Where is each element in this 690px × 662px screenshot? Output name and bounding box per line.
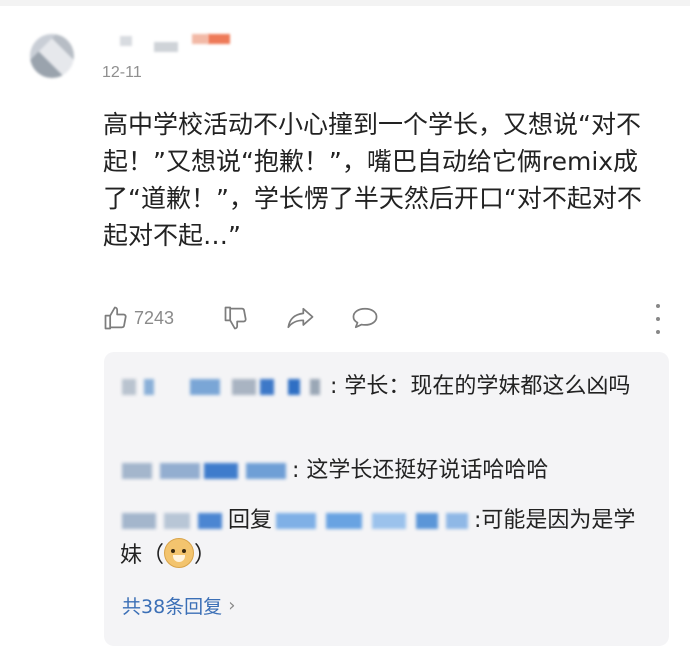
thumbs-up-icon xyxy=(104,306,127,330)
share-icon xyxy=(287,307,314,329)
chevron-right-icon: › xyxy=(228,595,236,616)
comment-timestamp: 12-11 xyxy=(102,64,142,81)
reply-item[interactable]: : 学长：现在的学妹都这么凶吗 xyxy=(120,370,655,404)
reply-text-end: ） xyxy=(194,543,217,568)
reply-item[interactable]: 回复 :可能是因为是学妹（） xyxy=(120,504,655,573)
dislike-button[interactable] xyxy=(222,298,250,338)
thumbs-down-icon xyxy=(224,306,247,330)
like-button[interactable]: 7243 xyxy=(102,298,174,338)
replies-total-label: 共38条回复 xyxy=(122,596,223,618)
comment-text: 高中学校活动不小心撞到一个学长，又想说“对不起！”又想说“抱歉！”，嘴巴自动给它… xyxy=(103,110,642,250)
doge-emoji-icon xyxy=(164,538,195,568)
reply-username-redacted[interactable] xyxy=(120,511,228,531)
reply-item[interactable]: : 这学长还挺好说话哈哈哈 xyxy=(120,454,655,488)
share-button[interactable] xyxy=(286,298,316,338)
reply-to-label: 回复 xyxy=(228,508,273,533)
username-redacted[interactable] xyxy=(120,30,270,52)
replies-panel: : 学长：现在的学妹都这么凶吗 : 这学长还挺好说话哈哈哈 回复 :可能是因为是… xyxy=(104,352,669,646)
view-all-replies-link[interactable]: 共38条回复 › xyxy=(122,592,235,619)
speech-bubble-icon xyxy=(352,307,378,329)
reply-username-redacted[interactable] xyxy=(120,461,292,481)
more-vertical-icon[interactable] xyxy=(654,304,662,334)
top-divider xyxy=(0,0,690,6)
like-count: 7243 xyxy=(134,307,175,328)
comment-action-bar: 7243 xyxy=(100,298,680,338)
reply-text: : 这学长还挺好说话哈哈哈 xyxy=(292,458,549,483)
replied-username-redacted[interactable] xyxy=(276,511,474,531)
reply-username-redacted[interactable] xyxy=(120,377,330,397)
avatar[interactable] xyxy=(30,34,74,78)
reply-button[interactable] xyxy=(350,298,380,338)
reply-text: : 学长：现在的学妹都这么凶吗 xyxy=(330,374,631,399)
